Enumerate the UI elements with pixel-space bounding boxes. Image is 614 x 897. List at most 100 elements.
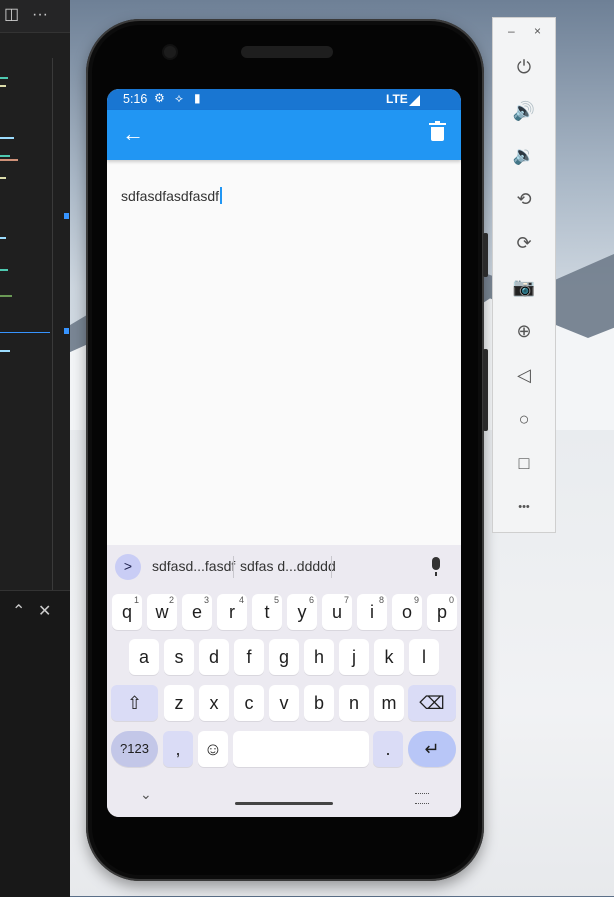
key-e[interactable]: e3	[182, 594, 212, 630]
key-m[interactable]: m	[374, 685, 404, 721]
key-t[interactable]: t5	[252, 594, 282, 630]
arrow-left-icon[interactable]: ←	[122, 122, 144, 146]
key-a[interactable]: a	[129, 639, 159, 675]
key-d[interactable]: d	[199, 639, 229, 675]
rotate-right-icon[interactable]: ⟳	[511, 230, 537, 256]
trash-icon[interactable]	[429, 121, 446, 141]
key-label: v	[279, 693, 289, 713]
note-text-field[interactable]: sdfasdfasdfasdf	[121, 187, 441, 211]
ide-bottom-panel: ⌃ ✕	[0, 590, 70, 897]
split-editor-icon[interactable]: ◫	[4, 6, 19, 24]
text-cursor	[220, 187, 222, 204]
ide-panel: ◫ ··· ⌃ ✕	[0, 0, 70, 897]
key-label: b	[313, 693, 324, 713]
key-i[interactable]: i8	[357, 594, 387, 630]
key-number-hint: 9	[413, 595, 419, 605]
key-label: x	[209, 693, 219, 713]
key-b[interactable]: b	[304, 685, 334, 721]
zoom-icon[interactable]: ⊕	[511, 318, 537, 344]
suggestion-strip: > sdfasd...fasdf sdfas d...ddddd	[107, 545, 461, 589]
emoji-key[interactable]: ☺	[198, 731, 228, 767]
key-label: m	[381, 693, 397, 713]
soft-keyboard: > sdfasd...fasdf sdfas d...ddddd ⇧ ⌫ ?12…	[107, 545, 461, 817]
close-icon[interactable]: ✕	[38, 601, 51, 621]
home-icon[interactable]: ○	[511, 406, 537, 432]
home-gesture-bar[interactable]	[235, 802, 333, 805]
location-icon: ⟡	[175, 91, 183, 105]
power-button[interactable]	[483, 349, 488, 431]
key-c[interactable]: c	[234, 685, 264, 721]
key-label: z	[174, 693, 184, 713]
camera-icon[interactable]: 📷	[511, 274, 537, 300]
key-n[interactable]: n	[339, 685, 369, 721]
key-number-hint: 7	[343, 595, 349, 605]
key-label: p	[436, 602, 447, 622]
key-p[interactable]: p0	[427, 594, 457, 630]
key-label: g	[278, 647, 289, 667]
close-button[interactable]: ×	[534, 24, 541, 38]
space-key[interactable]	[233, 731, 369, 767]
key-label: t	[264, 602, 270, 622]
key-label: s	[174, 647, 184, 667]
chevron-right-icon[interactable]: >	[115, 554, 141, 580]
signal-icon	[409, 95, 420, 106]
comma-key[interactable]: ,	[163, 731, 193, 767]
key-x[interactable]: x	[199, 685, 229, 721]
phone-screen: 5:16 ⚙ ⟡ ▮ LTE ← sdfasdfasdfasdf > sdfas…	[107, 89, 461, 817]
emulator-toolbar: – × ⏻ 🔊 🔉 ⟲ ⟳ 📷 ⊕ ◁ ○ □ •••	[492, 17, 556, 533]
key-s[interactable]: s	[164, 639, 194, 675]
more-icon[interactable]: •••	[511, 494, 537, 520]
key-q[interactable]: q1	[112, 594, 142, 630]
key-label: h	[313, 647, 324, 667]
key-label: w	[155, 602, 169, 622]
enter-key[interactable]: ↵	[408, 731, 456, 767]
key-u[interactable]: u7	[322, 594, 352, 630]
app-bar: ←	[107, 110, 461, 160]
key-h[interactable]: h	[304, 639, 334, 675]
shift-key[interactable]: ⇧	[111, 685, 158, 721]
volume-up-icon[interactable]: 🔊	[511, 98, 537, 124]
settings-icon: ⚙	[154, 91, 165, 105]
key-label: n	[348, 693, 359, 713]
key-number-hint: 6	[308, 595, 314, 605]
symbols-key[interactable]: ?123	[111, 731, 158, 767]
key-f[interactable]: f	[234, 639, 264, 675]
earpiece-speaker	[241, 46, 333, 58]
period-key[interactable]: .	[373, 731, 403, 767]
key-label: o	[401, 602, 412, 622]
microphone-icon[interactable]	[432, 557, 440, 576]
key-label: i	[370, 602, 374, 622]
backspace-key[interactable]: ⌫	[408, 685, 456, 721]
key-label: y	[297, 602, 307, 622]
keyboard-switch-icon[interactable]	[415, 793, 429, 804]
more-actions-icon[interactable]: ···	[32, 6, 48, 24]
key-l[interactable]: l	[409, 639, 439, 675]
suggestion-1[interactable]: sdfasd...fasdf	[152, 558, 235, 574]
key-w[interactable]: w2	[147, 594, 177, 630]
volume-button[interactable]	[483, 233, 488, 277]
key-y[interactable]: y6	[287, 594, 317, 630]
minimize-button[interactable]: –	[508, 24, 515, 38]
note-text: sdfasdfasdfasdf	[121, 188, 220, 204]
key-o[interactable]: o9	[392, 594, 422, 630]
key-label: q	[121, 602, 132, 622]
key-number-hint: 2	[168, 595, 174, 605]
key-r[interactable]: r4	[217, 594, 247, 630]
volume-down-icon[interactable]: 🔉	[511, 142, 537, 168]
key-label: d	[208, 647, 219, 667]
key-v[interactable]: v	[269, 685, 299, 721]
key-j[interactable]: j	[339, 639, 369, 675]
back-icon[interactable]: ◁	[511, 362, 537, 388]
rotate-left-icon[interactable]: ⟲	[511, 186, 537, 212]
key-g[interactable]: g	[269, 639, 299, 675]
chevron-up-icon[interactable]: ⌃	[12, 601, 25, 621]
sd-card-icon: ▮	[194, 91, 201, 105]
emoji-icon: ☺	[203, 739, 223, 759]
overview-icon[interactable]: □	[511, 450, 537, 476]
key-z[interactable]: z	[164, 685, 194, 721]
chevron-down-icon[interactable]: ⌄	[140, 786, 152, 803]
power-icon[interactable]: ⏻	[511, 54, 537, 80]
suggestion-2[interactable]: sdfas d...ddddd	[240, 558, 336, 574]
key-label: a	[138, 647, 149, 667]
key-k[interactable]: k	[374, 639, 404, 675]
